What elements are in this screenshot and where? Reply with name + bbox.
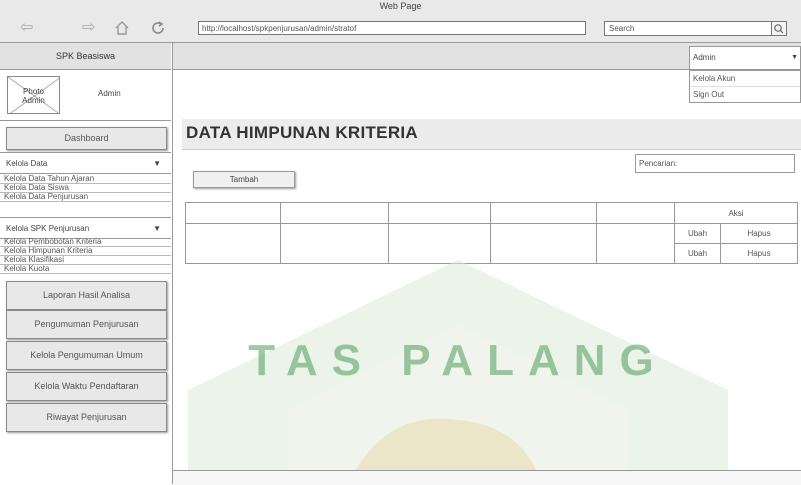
search-icon[interactable] [771, 22, 786, 35]
table-header-cell [490, 202, 597, 224]
refresh-icon[interactable] [150, 20, 166, 40]
data-table: Aksi Ubah Hapus Ubah Hapus [185, 202, 798, 264]
browser-search-input[interactable]: Search [604, 21, 787, 36]
delete-button[interactable]: Hapus [720, 243, 798, 264]
sidebar: SPK Beasiswa Photo Admin Admin Dashboard… [0, 43, 173, 484]
kelola-pengumuman-umum-button[interactable]: Kelola Pengumuman Umum [6, 341, 167, 370]
forward-arrow-icon[interactable]: ⇨ [82, 20, 95, 36]
url-bar[interactable]: http://localhost/spkpenjurusan/admin/str… [198, 21, 586, 35]
submenu-item-kuota[interactable]: Kelola Kuota [0, 265, 171, 274]
table-row: Ubah Hapus [185, 223, 798, 264]
table-header-cell [596, 202, 675, 224]
table-cell [490, 223, 597, 264]
user-menu-label: Admin [693, 53, 716, 62]
home-icon[interactable] [114, 20, 130, 40]
chevron-down-icon: ▼ [791, 54, 798, 61]
table-header-cell [185, 202, 281, 224]
chevron-down-icon: ▼ [153, 159, 161, 168]
user-menu-button[interactable]: Admin ▼ [689, 46, 801, 70]
kelola-waktu-pendaftaran-button[interactable]: Kelola Waktu Pendaftaran [6, 372, 167, 401]
submenu-item-himpunan-kriteria[interactable]: Kelola Himpunan Kriteria [0, 247, 171, 256]
table-cell [185, 223, 281, 264]
menu-item-sign-out[interactable]: Sign Out [690, 87, 800, 102]
watermark-text: TAS PALANG [248, 336, 667, 385]
kelola-spk-dropdown[interactable]: Kelola SPK Penjurusan ▼ [0, 217, 171, 239]
kelola-data-dropdown[interactable]: Kelola Data ▼ [0, 152, 171, 174]
kelola-spk-submenu: Kelola Pembobotan Kriteria Kelola Himpun… [0, 238, 171, 274]
table-search-input[interactable]: Pencarian: [635, 154, 795, 173]
page-title: DATA HIMPUNAN KRITERIA [186, 123, 418, 142]
kelola-spk-label: Kelola SPK Penjurusan [6, 224, 90, 233]
sidebar-brand: SPK Beasiswa [0, 43, 171, 70]
browser-titlebar: Web Page ⇦ ⇨ http://localhost/spkpenjuru… [0, 0, 801, 43]
chevron-down-icon: ▼ [153, 224, 161, 233]
profile-name: Admin [98, 89, 121, 98]
pengumuman-penjurusan-button[interactable]: Pengumuman Penjurusan [6, 310, 167, 339]
laporan-hasil-analisa-button[interactable]: Laporan Hasil Analisa [6, 281, 167, 310]
riwayat-penjurusan-button[interactable]: Riwayat Penjurusan [6, 403, 167, 432]
submenu-item-tahun-ajaran[interactable]: Kelola Data Tahun Ajaran [0, 175, 171, 184]
kelola-data-label: Kelola Data [6, 159, 48, 168]
footer-bar [173, 470, 801, 485]
add-button[interactable]: Tambah [193, 171, 295, 188]
dashboard-button[interactable]: Dashboard [6, 127, 167, 150]
page-title-bar: DATA HIMPUNAN KRITERIA [182, 119, 801, 150]
back-arrow-icon[interactable]: ⇦ [20, 20, 33, 36]
avatar: Photo Admin [7, 76, 60, 114]
browser-search-placeholder: Search [609, 24, 635, 33]
photo-label: Photo Admin [22, 87, 45, 105]
submenu-item-penjurusan[interactable]: Kelola Data Penjurusan [0, 193, 171, 202]
table-cell [280, 223, 389, 264]
table-header-cell [280, 202, 389, 224]
table-cell [596, 223, 675, 264]
university-logo-watermark: TAS PALANG [188, 260, 728, 484]
submenu-item-pembobotan-kriteria[interactable]: Kelola Pembobotan Kriteria [0, 238, 171, 247]
edit-button[interactable]: Ubah [674, 243, 721, 264]
kelola-data-submenu: Kelola Data Tahun Ajaran Kelola Data Sis… [0, 175, 171, 202]
action-column-header: Aksi [674, 202, 798, 224]
user-dropdown-menu: Kelola Akun Sign Out [689, 70, 801, 103]
window-title: Web Page [379, 1, 422, 11]
menu-item-kelola-akun[interactable]: Kelola Akun [690, 71, 800, 87]
submenu-item-siswa[interactable]: Kelola Data Siswa [0, 184, 171, 193]
profile-panel: Photo Admin Admin [0, 70, 171, 121]
delete-button[interactable]: Hapus [720, 223, 798, 244]
edit-button[interactable]: Ubah [674, 223, 721, 244]
table-cell [388, 223, 491, 264]
submenu-item-klasifikasi[interactable]: Kelola Klasifikasi [0, 256, 171, 265]
table-header-cell [388, 202, 491, 224]
table-row: Aksi [185, 202, 798, 224]
